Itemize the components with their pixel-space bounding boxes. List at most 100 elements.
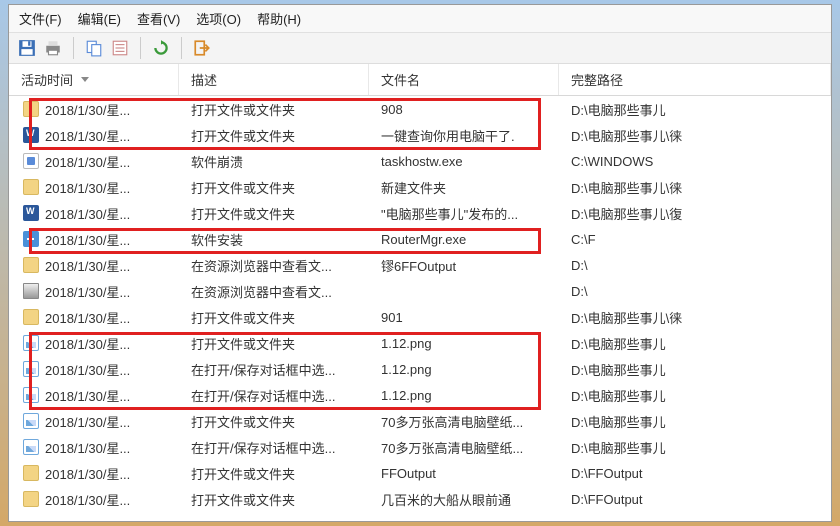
folder-icon — [23, 101, 39, 117]
cell-fullpath: D:\电脑那些事儿 — [559, 386, 831, 405]
cell-description: 在打开/保存对话框中选... — [179, 438, 369, 457]
cell-description: 打开文件或文件夹 — [179, 178, 369, 197]
cell-description: 打开文件或文件夹 — [179, 464, 369, 483]
table-row[interactable]: 2018/1/30/星...打开文件或文件夹"电脑那些事儿"发布的...D:\电… — [9, 200, 831, 226]
cell-description: 在打开/保存对话框中选... — [179, 386, 369, 405]
cell-time: 2018/1/30/星... — [45, 360, 130, 379]
cell-description: 在资源浏览器中查看文... — [179, 282, 369, 301]
cell-filename: 一键查询你用电脑干了. — [369, 126, 559, 145]
cell-time: 2018/1/30/星... — [45, 464, 130, 483]
table-row[interactable]: 2018/1/30/星...在资源浏览器中查看文...镠6FFOutputD:\ — [9, 252, 831, 278]
cell-description: 打开文件或文件夹 — [179, 412, 369, 431]
folder-icon — [23, 491, 39, 507]
cell-fullpath: D:\FFOutput — [559, 492, 831, 507]
word-icon — [23, 127, 39, 143]
cell-filename: 镠6FFOutput — [369, 256, 559, 275]
folder-icon — [23, 179, 39, 195]
cell-filename: 1.12.png — [369, 388, 559, 403]
table-row[interactable]: 2018/1/30/星... 打开文件或文件夹FFOutputD:\FFOutpu… — [9, 460, 831, 486]
exe-icon — [23, 153, 39, 169]
menu-help[interactable]: 帮助(H) — [257, 9, 301, 28]
cell-time: 2018/1/30/星... — [45, 204, 130, 223]
table-row[interactable]: 2018/1/30/星...打开文件或文件夹新建文件夹D:\电脑那些事儿\徕 — [9, 174, 831, 200]
properties-icon[interactable] — [110, 38, 130, 58]
cell-time: 2018/1/30/星... — [45, 230, 130, 249]
table-row[interactable]: 2018/1/30/星... 打开文件或文件夹一键查询你用电脑干了.D:\电脑那些… — [9, 122, 831, 148]
table-row[interactable]: 2018/1/30/星...打开文件或文件夹几百米的大船从眼前通D:\FFOut… — [9, 486, 831, 512]
cell-time: 2018/1/30/星... — [45, 152, 130, 171]
exit-icon[interactable] — [192, 38, 212, 58]
table-row[interactable]: 2018/1/30/星... 在打开/保存对话框中选...1.12.pngD:\电… — [9, 356, 831, 382]
cell-filename: taskhostw.exe — [369, 154, 559, 169]
install-icon — [23, 231, 39, 247]
cell-fullpath: D:\电脑那些事儿\徕 — [559, 126, 831, 145]
separator — [73, 37, 74, 59]
table-row[interactable]: 2018/1/30/星... 在打开/保存对话框中选...70多万张高清电脑壁纸.… — [9, 434, 831, 460]
cell-description: 软件崩溃 — [179, 152, 369, 171]
table-row[interactable]: 2018/1/30/星...在资源浏览器中查看文...D:\ — [9, 278, 831, 304]
cell-filename: 新建文件夹 — [369, 178, 559, 197]
img-icon — [23, 439, 39, 455]
menu-edit[interactable]: 编辑(E) — [78, 9, 121, 28]
table-row[interactable]: 2018/1/30/星... 打开文件或文件夹70多万张高清电脑壁纸...D:\电… — [9, 408, 831, 434]
cell-description: 打开文件或文件夹 — [179, 308, 369, 327]
cell-filename: 70多万张高清电脑壁纸... — [369, 438, 559, 457]
cell-description: 打开文件或文件夹 — [179, 204, 369, 223]
print-icon[interactable] — [43, 38, 63, 58]
toolbar — [9, 33, 831, 64]
cell-filename: 908 — [369, 102, 559, 117]
cell-filename: 70多万张高清电脑壁纸... — [369, 412, 559, 431]
cell-fullpath: C:\F — [559, 232, 831, 247]
menubar: 文件(F) 编辑(E) 查看(V) 选项(O) 帮助(H) — [9, 5, 831, 33]
cell-filename: 1.12.png — [369, 362, 559, 377]
cell-description: 打开文件或文件夹 — [179, 100, 369, 119]
table-row[interactable]: 2018/1/30/星...软件崩溃taskhostw.exeC:\WINDOW… — [9, 148, 831, 174]
menu-options[interactable]: 选项(O) — [196, 9, 241, 28]
table-row[interactable]: 2018/1/30/星...打开文件或文件夹901D:\电脑那些事儿\徕 — [9, 304, 831, 330]
col-filename[interactable]: 文件名 — [369, 64, 559, 95]
rows-container: 2018/1/30/星...打开文件或文件夹908D:\电脑那些事儿2018/1… — [9, 96, 831, 512]
cell-description: 在打开/保存对话框中选... — [179, 360, 369, 379]
menu-file[interactable]: 文件(F) — [19, 9, 62, 28]
cell-description: 打开文件或文件夹 — [179, 126, 369, 145]
cell-time: 2018/1/30/星... — [45, 438, 130, 457]
col-fullpath[interactable]: 完整路径 — [559, 64, 831, 95]
cell-fullpath: D:\电脑那些事儿 — [559, 360, 831, 379]
img-icon — [23, 387, 39, 403]
cell-fullpath: D:\FFOutput — [559, 466, 831, 481]
menu-view[interactable]: 查看(V) — [137, 9, 180, 28]
img-icon — [23, 361, 39, 377]
cell-time: 2018/1/30/星... — [45, 386, 130, 405]
refresh-icon[interactable] — [151, 38, 171, 58]
cell-filename: FFOutput — [369, 466, 559, 481]
table-row[interactable]: 2018/1/30/星...打开文件或文件夹1.12.pngD:\电脑那些事儿 — [9, 330, 831, 356]
cell-time: 2018/1/30/星... — [45, 256, 130, 275]
separator — [140, 37, 141, 59]
cell-fullpath: D:\电脑那些事儿\復 — [559, 204, 831, 223]
cell-description: 在资源浏览器中查看文... — [179, 256, 369, 275]
cell-filename: 1.12.png — [369, 336, 559, 351]
app-window: 文件(F) 编辑(E) 查看(V) 选项(O) 帮助(H) 活动时 — [8, 4, 832, 522]
word-icon — [23, 205, 39, 221]
table-row[interactable]: 2018/1/30/星... 在打开/保存对话框中选...1.12.pngD:\电… — [9, 382, 831, 408]
table-row[interactable]: 2018/1/30/星...打开文件或文件夹908D:\电脑那些事儿 — [9, 96, 831, 122]
cell-time: 2018/1/30/星... — [45, 412, 130, 431]
save-icon[interactable] — [17, 38, 37, 58]
cell-time: 2018/1/30/星... — [45, 490, 130, 509]
table-row[interactable]: 2018/1/30/星...软件安装RouterMgr.exeC:\F — [9, 226, 831, 252]
separator — [181, 37, 182, 59]
sort-desc-icon — [81, 77, 89, 82]
cell-time: 2018/1/30/星... — [45, 282, 130, 301]
drive-icon — [23, 283, 39, 299]
cell-description: 打开文件或文件夹 — [179, 334, 369, 353]
folder-icon — [23, 309, 39, 325]
copy-icon[interactable] — [84, 38, 104, 58]
cell-time: 2018/1/30/星... — [45, 178, 130, 197]
col-label: 描述 — [191, 70, 217, 89]
col-activity-time[interactable]: 活动时间 — [9, 64, 179, 95]
col-description[interactable]: 描述 — [179, 64, 369, 95]
col-label: 完整路径 — [571, 70, 623, 89]
cell-time: 2018/1/30/星... — [45, 126, 130, 145]
cell-description: 软件安装 — [179, 230, 369, 249]
cell-fullpath: D:\电脑那些事儿 — [559, 412, 831, 431]
